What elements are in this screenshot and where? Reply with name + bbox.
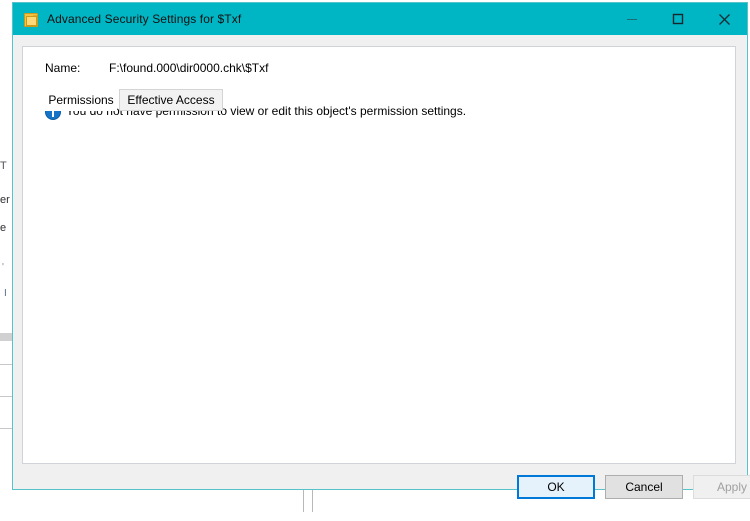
close-button[interactable] <box>701 3 747 35</box>
window-titlebar[interactable]: Advanced Security Settings for $Txf <box>13 3 747 35</box>
close-icon <box>718 13 730 25</box>
tab-effective-access[interactable]: Effective Access <box>119 89 223 111</box>
name-row: Name: F:\found.000\dir0000.chk\$Txf <box>23 47 735 89</box>
folder-security-icon <box>23 11 39 27</box>
permissions-tab-pane <box>23 111 735 463</box>
name-label: Name: <box>45 61 81 75</box>
dialog-content-panel: Name: F:\found.000\dir0000.chk\$Txf Perm… <box>22 46 736 464</box>
maximize-button[interactable] <box>655 3 701 35</box>
window-title: Advanced Security Settings for $Txf <box>47 12 242 26</box>
tab-permissions[interactable]: Permissions <box>45 89 117 111</box>
dialog-client-area: Name: F:\found.000\dir0000.chk\$Txf Perm… <box>13 35 750 499</box>
apply-button: Apply <box>693 475 750 499</box>
window-controls <box>609 3 747 35</box>
object-path-value: F:\found.000\dir0000.chk\$Txf <box>109 61 269 75</box>
cancel-button[interactable]: Cancel <box>605 475 683 499</box>
minimize-button[interactable] <box>609 3 655 35</box>
advanced-security-settings-dialog: Advanced Security Settings for $Txf Name… <box>12 2 750 499</box>
ok-button[interactable]: OK <box>517 475 595 499</box>
maximize-icon <box>672 13 684 25</box>
dialog-button-bar: OK Cancel Apply <box>13 475 750 521</box>
minimize-icon <box>627 19 637 20</box>
